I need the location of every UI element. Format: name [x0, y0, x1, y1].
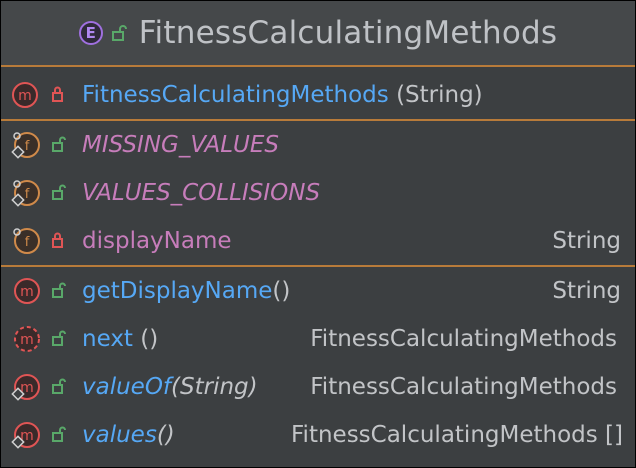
method-return-type: String — [552, 278, 621, 304]
field-type: String — [552, 228, 621, 254]
header-separator — [1, 65, 635, 67]
method-row[interactable]: m next () FitnessCalculatingMethods — [1, 315, 635, 363]
public-unlock-icon — [111, 25, 127, 41]
field-name: displayName — [82, 228, 232, 254]
svg-text:f: f — [25, 187, 30, 202]
method-name: getDisplayName() — [82, 278, 291, 304]
field-row[interactable]: f displayName String — [1, 217, 635, 265]
method-name: values() — [82, 422, 175, 448]
svg-text:f: f — [25, 139, 30, 154]
method-icon: m — [12, 82, 63, 108]
method-icon: m — [14, 278, 66, 304]
static-method-icon: m — [11, 422, 66, 449]
method-return-type: FitnessCalculatingMethods [] — [291, 422, 623, 448]
method-return-type: FitnessCalculatingMethods — [310, 374, 617, 400]
method-name: valueOf(String) — [82, 374, 258, 400]
constructor-name: FitnessCalculatingMethods (String) — [82, 82, 483, 108]
svg-text:m: m — [20, 332, 34, 348]
class-header: E FitnessCalculatingMethods — [1, 1, 635, 65]
class-title: FitnessCalculatingMethods — [138, 15, 558, 51]
method-name: next () — [82, 326, 159, 352]
static-field-icon: f — [11, 180, 66, 207]
constructor-row[interactable]: m FitnessCalculatingMethods (String) — [1, 71, 635, 119]
svg-text:m: m — [20, 284, 34, 300]
uml-class-box: E FitnessCalculatingMethods m FitnessCal… — [0, 0, 636, 468]
field-name: MISSING_VALUES — [82, 132, 280, 158]
method-return-type: FitnessCalculatingMethods — [310, 326, 617, 352]
enum-icon: E — [78, 21, 103, 45]
static-method-icon: m — [11, 374, 66, 401]
method-row[interactable]: m valueOf(String) FitnessCalculatingMeth… — [1, 363, 635, 411]
svg-text:m: m — [18, 88, 32, 104]
field-name: VALUES_COLLISIONS — [82, 180, 321, 206]
method-row[interactable]: m values() FitnessCalculatingMethods [] — [1, 411, 635, 459]
method-row[interactable]: m getDisplayName() String — [1, 267, 635, 315]
svg-text:f: f — [25, 235, 30, 250]
abstract-method-icon: m — [14, 326, 66, 352]
field-row[interactable]: f MISSING_VALUES — [1, 121, 635, 169]
static-field-icon: f — [11, 132, 66, 159]
field-row[interactable]: f VALUES_COLLISIONS — [1, 169, 635, 217]
field-icon: f — [13, 228, 63, 254]
